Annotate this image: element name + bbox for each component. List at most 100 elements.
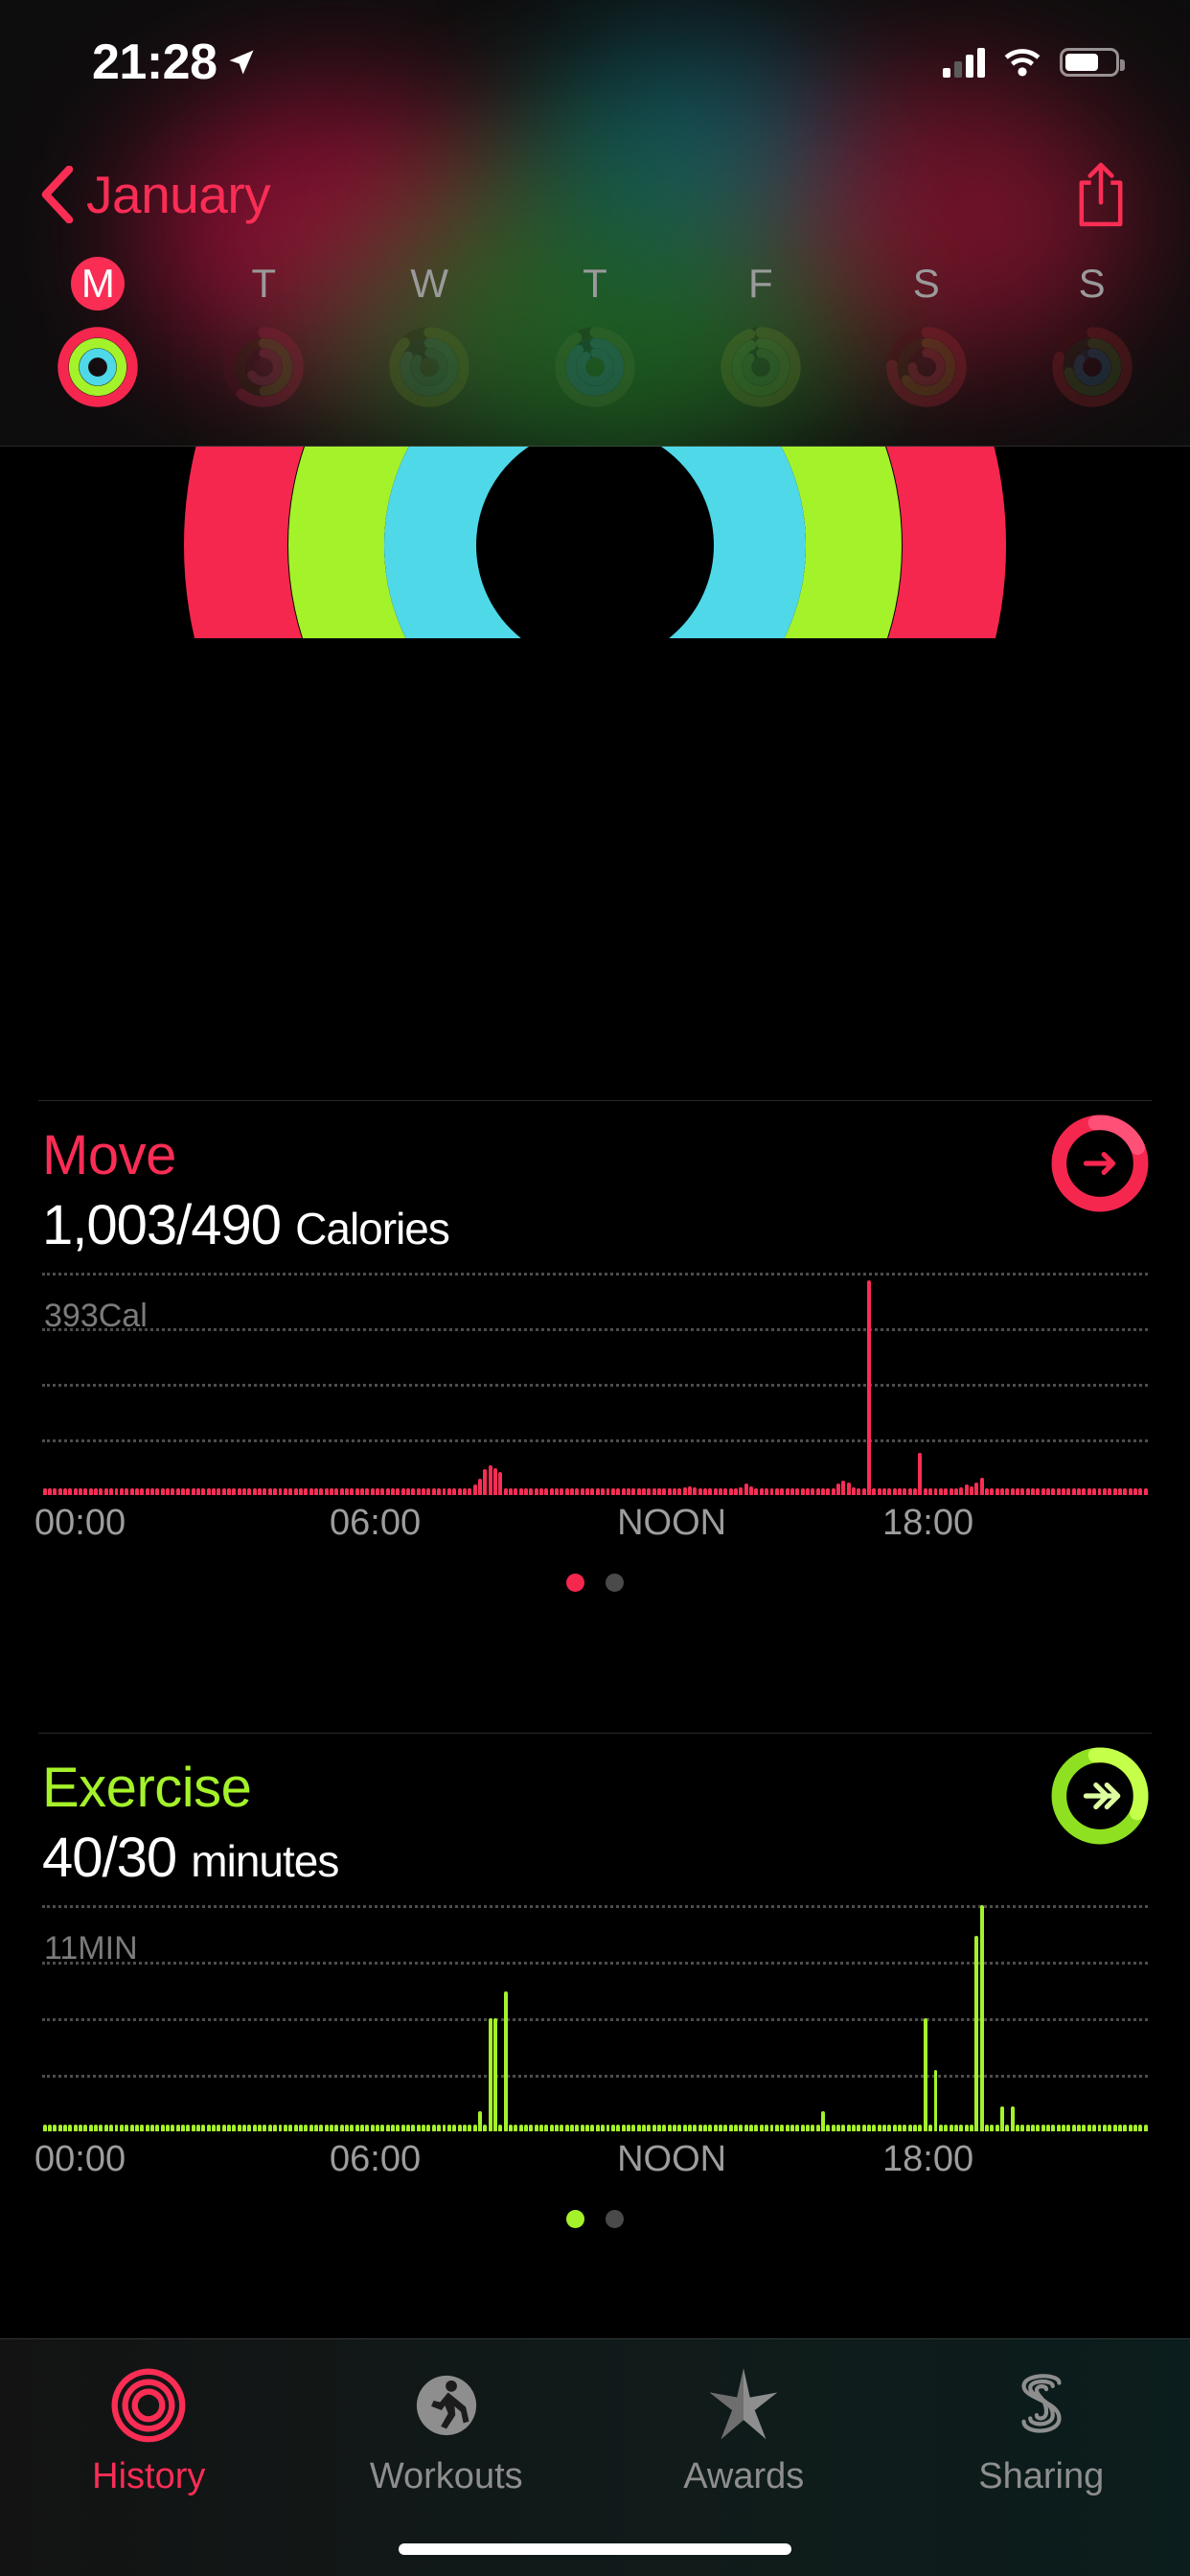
chart-bar [360,1488,364,1495]
chart-bar [795,1488,800,1495]
chart-bar [769,1488,774,1495]
chart-bar [125,2125,129,2131]
chart-bar [145,1488,149,1495]
move-page-dot-1[interactable] [566,1574,584,1592]
chart-bar [1138,1488,1143,1495]
tab-sharing[interactable]: Sharing [893,2362,1190,2497]
chart-bar [913,1488,918,1495]
week-day-monday[interactable]: M [15,257,181,439]
chart-bar [1143,2125,1148,2131]
move-page-dot-2[interactable] [606,1574,624,1592]
chart-bar [805,1488,810,1495]
chart-bar [503,1488,508,1495]
chart-bar [835,1484,840,1495]
chart-bar [376,2125,379,2131]
chart-bar [411,1488,416,1495]
chart-bar [534,1488,538,1495]
home-indicator[interactable] [399,2543,791,2555]
chart-bar [564,1488,569,1495]
status-bar: 21:28 [0,0,1190,125]
chart-bar [846,2125,851,2131]
chart-bar [1010,2106,1015,2131]
chart-bar [324,1488,329,1495]
chart-bar [160,1488,165,1495]
chart-bar [861,2125,866,2131]
move-chart[interactable]: 393Cal [42,1273,1148,1495]
chart-bar [171,2125,175,2131]
chart-bar [503,1991,508,2131]
chart-bar [73,1488,78,1495]
mini-activity-rings-tuesday [223,327,304,407]
week-day-friday[interactable]: F [677,257,843,439]
tab-awards[interactable]: Awards [595,2362,893,2497]
chart-bar [835,2125,840,2131]
chart-bar [907,2125,912,2131]
chart-bar [1031,1488,1035,1495]
chart-bar [641,2125,646,2131]
back-button[interactable]: January [40,164,271,225]
chart-bar [590,1488,595,1495]
chart-bar [857,1488,861,1495]
week-day-sunday[interactable]: S [1009,257,1175,439]
tab-workouts[interactable]: Workouts [298,2362,596,2497]
chart-bar [923,1488,927,1495]
chart-bar [1128,1488,1133,1495]
chart-bar [196,1488,200,1495]
exercise-page-dot-2[interactable] [606,2210,624,2228]
star-badge-icon [700,2362,787,2449]
chart-bar [580,1488,584,1495]
chart-bar [734,1488,739,1495]
chart-bar [452,2125,457,2131]
chart-bar [826,2125,831,2131]
chart-bar [974,1936,979,2131]
week-day-thursday[interactable]: T [513,257,678,439]
week-day-wednesday[interactable]: W [347,257,513,439]
double-chevron-ring-icon[interactable] [1050,1746,1150,1846]
move-xtick-1: 06:00 [330,1503,422,1543]
chart-bar [227,1488,232,1495]
chart-bar [606,1488,610,1495]
exercise-value: 40/30 minutes [42,1826,1190,1890]
week-day-tuesday[interactable]: T [181,257,347,439]
chart-bar [514,1488,518,1495]
chart-bar [385,1488,390,1495]
chart-bar [769,2125,774,2131]
chart-bar [426,1488,431,1495]
week-day-label: M [71,257,126,310]
chart-bar [73,2125,78,2131]
chart-bar [267,2125,272,2131]
chart-bar [682,1487,687,1495]
chart-bar [953,2125,958,2131]
chart-bar [575,2125,580,2131]
chart-bar [662,2125,667,2131]
chart-bar [319,1488,324,1495]
week-day-saturday[interactable]: S [843,257,1009,439]
chart-bar [861,1488,866,1495]
exercise-chart[interactable]: 11MIN [42,1905,1148,2131]
chart-bar [103,2125,108,2131]
chart-bar [744,1484,748,1495]
chart-bar [237,1488,241,1495]
chart-bar [79,1488,83,1495]
arrow-right-ring-icon[interactable] [1050,1114,1150,1213]
battery-icon [1060,48,1125,77]
chart-bar [437,2125,442,2131]
share-up-icon[interactable] [1075,161,1127,228]
chart-bar [140,1488,145,1495]
chart-bar [999,1488,1004,1495]
chart-bar [278,2125,283,2131]
chart-bar [1112,1488,1117,1495]
chart-bar [852,1486,856,1495]
chart-bar [492,1467,497,1495]
exercise-page-dot-1[interactable] [566,2210,584,2228]
chart-bar [693,2125,698,2131]
chart-bar [913,2125,918,2131]
chart-bar [585,2125,590,2131]
tab-history[interactable]: History [0,2362,298,2497]
chart-bar [688,2125,692,2131]
chart-bar [477,1479,482,1495]
chart-bar [1062,2125,1066,2131]
chart-bar [293,1488,298,1495]
chart-bar [580,2125,584,2131]
chart-bar [370,2125,375,2131]
